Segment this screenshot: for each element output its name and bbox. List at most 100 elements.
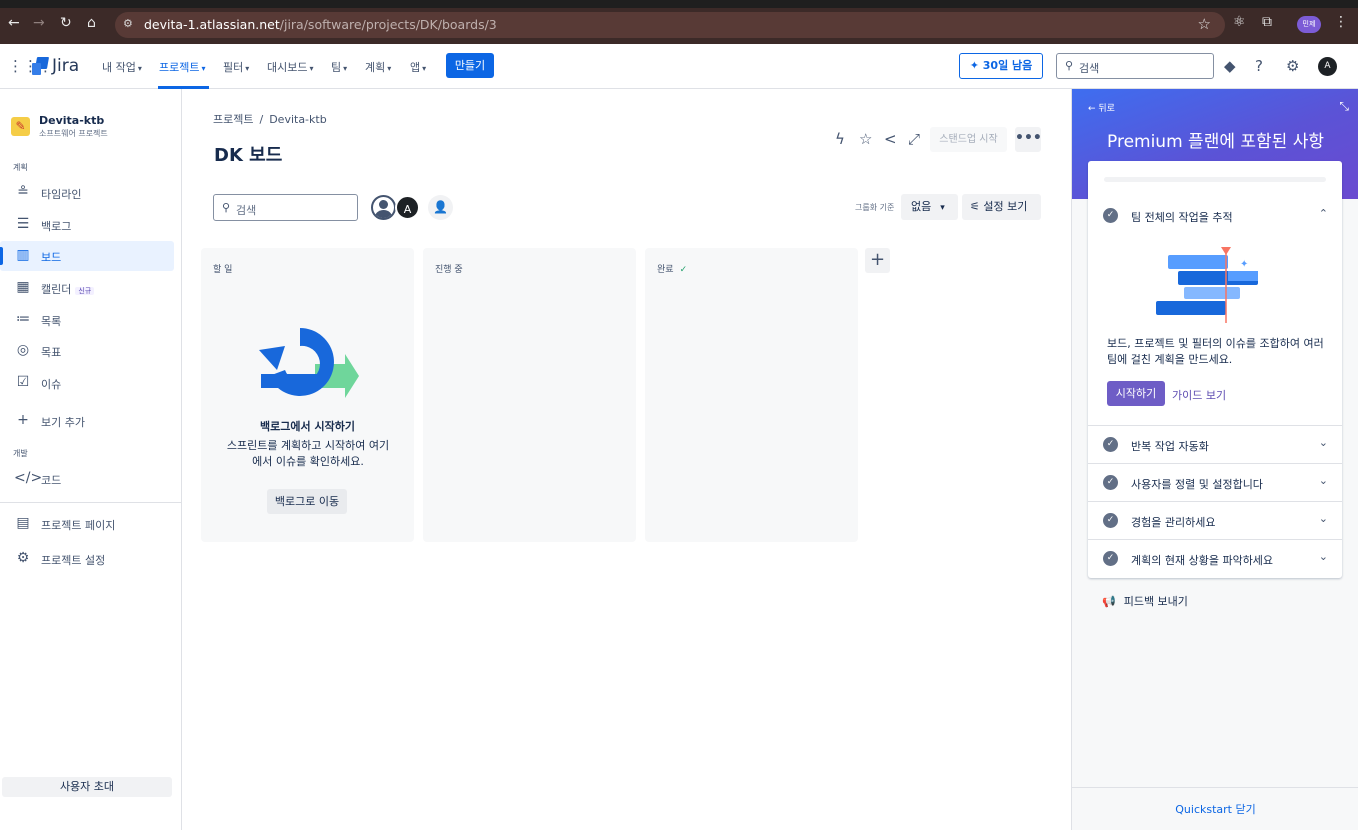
global-search-input[interactable]: ⚲ 검색 bbox=[1056, 53, 1214, 79]
gear-icon: ⚙ bbox=[16, 550, 30, 566]
menu-projects[interactable]: 프로젝트 ▾ bbox=[159, 59, 206, 75]
calendar-icon: ▦ bbox=[16, 279, 30, 295]
sidebar-item-project-page[interactable]: ▤ 프로젝트 페이지 bbox=[0, 509, 174, 539]
reload-icon[interactable]: ↻ bbox=[60, 15, 72, 31]
board-icon: ▥ bbox=[16, 247, 30, 263]
plus-icon: + bbox=[17, 412, 29, 428]
menu-plans[interactable]: 계획 ▾ bbox=[365, 59, 391, 75]
sidebar-item-timeline[interactable]: ≗ 타임라인 bbox=[0, 178, 174, 208]
user-avatar[interactable]: A bbox=[1318, 57, 1337, 76]
go-to-backlog-button[interactable]: 백로그로 이동 bbox=[267, 489, 347, 514]
more-actions-button[interactable]: ••• bbox=[1015, 127, 1042, 152]
accordion-track-work[interactable]: ✓ 팀 전체의 작업을 추적 ⌃ bbox=[1088, 197, 1342, 235]
accordion-align-users[interactable]: ✓ 사용자를 정렬 및 설정합니다 ⌄ bbox=[1088, 463, 1342, 501]
megaphone-icon: 📢 bbox=[1102, 595, 1116, 608]
menu-dashboards[interactable]: 대시보드 ▾ bbox=[267, 59, 314, 75]
browser-menu-icon[interactable]: ⋮ bbox=[1334, 14, 1348, 30]
extensions-puzzle-icon[interactable]: ⧉ bbox=[1262, 14, 1272, 30]
add-people-button[interactable]: 👤 bbox=[428, 195, 453, 220]
back-icon[interactable]: ← bbox=[8, 15, 20, 31]
view-settings-button[interactable]: ⚟ 설정 보기 bbox=[962, 194, 1041, 220]
help-icon[interactable]: ? bbox=[1255, 57, 1263, 75]
chevron-down-icon: ▾ bbox=[940, 203, 945, 213]
sidebar-item-backlog[interactable]: ☰ 백로그 bbox=[0, 210, 174, 240]
accordion-manage-experience[interactable]: ✓ 경험을 관리하세요 ⌄ bbox=[1088, 501, 1342, 539]
extension-icon[interactable]: ⚛ bbox=[1233, 14, 1246, 30]
home-icon[interactable]: ⌂ bbox=[87, 15, 96, 31]
collapse-icon[interactable]: ⤡ bbox=[1339, 99, 1349, 114]
share-icon[interactable]: < bbox=[884, 130, 897, 148]
backlog-illustration bbox=[259, 328, 359, 398]
chevron-down-icon: ⌄ bbox=[1318, 436, 1328, 449]
breadcrumb-projects[interactable]: 프로젝트 bbox=[213, 113, 253, 126]
breadcrumb: 프로젝트 / Devita-ktb bbox=[213, 113, 327, 126]
trial-button[interactable]: ✦ 30일 남음 bbox=[959, 53, 1043, 79]
accordion-plan-status[interactable]: ✓ 계획의 현재 상황을 파악하세요 ⌄ bbox=[1088, 539, 1342, 577]
menu-filters[interactable]: 필터 ▾ bbox=[223, 59, 249, 75]
jira-logo[interactable]: Jira bbox=[32, 56, 79, 76]
breadcrumb-project[interactable]: Devita-ktb bbox=[269, 113, 327, 126]
bookmark-star-icon[interactable]: ☆ bbox=[1198, 15, 1211, 33]
menu-teams[interactable]: 팀 ▾ bbox=[331, 59, 347, 75]
column-title: 할 일 bbox=[213, 265, 233, 275]
check-circle-icon: ✓ bbox=[1103, 475, 1118, 490]
sidebar-item-goals[interactable]: ◎ 목표 bbox=[0, 336, 174, 366]
progress-track bbox=[1104, 177, 1326, 182]
group-by-select[interactable]: 없음 ▾ bbox=[901, 194, 958, 220]
close-quickstart-button[interactable]: Quickstart 닫기 bbox=[1072, 801, 1358, 817]
address-bar[interactable]: ⚙ devita-1.atlassian.net/jira/software/p… bbox=[115, 12, 1225, 38]
accordion-automation[interactable]: ✓ 반복 작업 자동화 ⌄ bbox=[1088, 425, 1342, 463]
board-search-input[interactable]: ⚲ 검색 bbox=[213, 194, 358, 221]
sidebar-item-issues[interactable]: ☑ 이슈 bbox=[0, 368, 174, 398]
sidebar-item-board[interactable]: ▥ 보드 bbox=[0, 241, 174, 271]
user-avatar-filter[interactable]: A bbox=[395, 195, 420, 220]
menu-my-work[interactable]: 내 작업 ▾ bbox=[102, 59, 142, 75]
chevron-down-icon: ⌄ bbox=[1318, 474, 1328, 487]
check-icon: ✓ bbox=[679, 265, 688, 275]
sidebar-divider bbox=[0, 502, 181, 503]
view-guide-link[interactable]: 가이드 보기 bbox=[1172, 387, 1226, 403]
timeline-icon: ≗ bbox=[17, 184, 29, 200]
project-type: 소프트웨어 프로젝트 bbox=[39, 129, 108, 138]
sidebar-item-calendar[interactable]: ▦ 캘린더 신규 bbox=[0, 273, 174, 303]
project-name[interactable]: Devita-ktb bbox=[39, 114, 104, 127]
back-button[interactable]: ← 뒤로 bbox=[1088, 101, 1115, 114]
sidebar-item-project-settings[interactable]: ⚙ 프로젝트 설정 bbox=[0, 544, 174, 574]
quickstart-panel: ← 뒤로 ⤡ Premium 플랜에 포함된 사항 ✓ 팀 전체의 작업을 추적… bbox=[1071, 89, 1358, 830]
empty-state-description: 스프린트를 계획하고 시작하여 여기에서 이슈를 확인하세요. bbox=[226, 439, 390, 468]
browser-top-strip bbox=[0, 0, 1358, 8]
notifications-icon[interactable]: ◆ bbox=[1224, 57, 1236, 75]
issues-icon: ☑ bbox=[16, 374, 30, 390]
menu-apps[interactable]: 앱 ▾ bbox=[410, 59, 426, 75]
board-column-done: 완료 ✓ bbox=[645, 248, 858, 542]
list-icon: ≔ bbox=[16, 311, 30, 327]
new-badge: 신규 bbox=[75, 287, 95, 295]
code-icon: </> bbox=[14, 470, 43, 486]
page-icon: ▤ bbox=[16, 515, 30, 531]
automation-lightning-icon[interactable]: ϟ bbox=[835, 130, 845, 148]
sidebar-item-code[interactable]: </> 코드 bbox=[0, 464, 174, 494]
invite-users-button[interactable]: 사용자 초대 bbox=[2, 777, 172, 797]
sidebar-item-list[interactable]: ≔ 목록 bbox=[0, 305, 174, 335]
browser-chrome: ← → ↻ ⌂ ⚙ devita-1.atlassian.net/jira/so… bbox=[0, 0, 1358, 44]
add-view-button[interactable]: + 보기 추가 bbox=[0, 406, 174, 436]
expand-icon[interactable]: ⤢ bbox=[908, 130, 920, 148]
premium-title: Premium 플랜에 포함된 사항 bbox=[1107, 132, 1324, 152]
start-button[interactable]: 시작하기 bbox=[1107, 381, 1165, 406]
create-button[interactable]: 만들기 bbox=[446, 53, 494, 78]
send-feedback-link[interactable]: 📢 피드백 보내기 bbox=[1102, 593, 1188, 609]
section-development: 개발 bbox=[13, 449, 28, 458]
profile-avatar[interactable]: 민제 bbox=[1297, 16, 1321, 33]
start-standup-button[interactable]: 스탠드업 시작 bbox=[930, 127, 1007, 152]
star-icon[interactable]: ☆ bbox=[859, 130, 872, 148]
site-settings-icon[interactable]: ⚙ bbox=[123, 17, 133, 30]
forward-icon[interactable]: → bbox=[33, 15, 45, 31]
chevron-down-icon: ⌄ bbox=[1318, 550, 1328, 563]
check-circle-icon: ✓ bbox=[1103, 513, 1118, 528]
feature-description: 보드, 프로젝트 및 필터의 이슈를 조합하여 여러 팀에 걸친 계획을 만드세… bbox=[1107, 337, 1324, 366]
unassigned-avatar[interactable] bbox=[371, 195, 396, 220]
backlog-icon: ☰ bbox=[16, 216, 30, 232]
group-by-label: 그룹화 기준 bbox=[855, 203, 895, 212]
add-column-button[interactable]: + bbox=[865, 248, 890, 273]
settings-gear-icon[interactable]: ⚙ bbox=[1286, 57, 1299, 75]
